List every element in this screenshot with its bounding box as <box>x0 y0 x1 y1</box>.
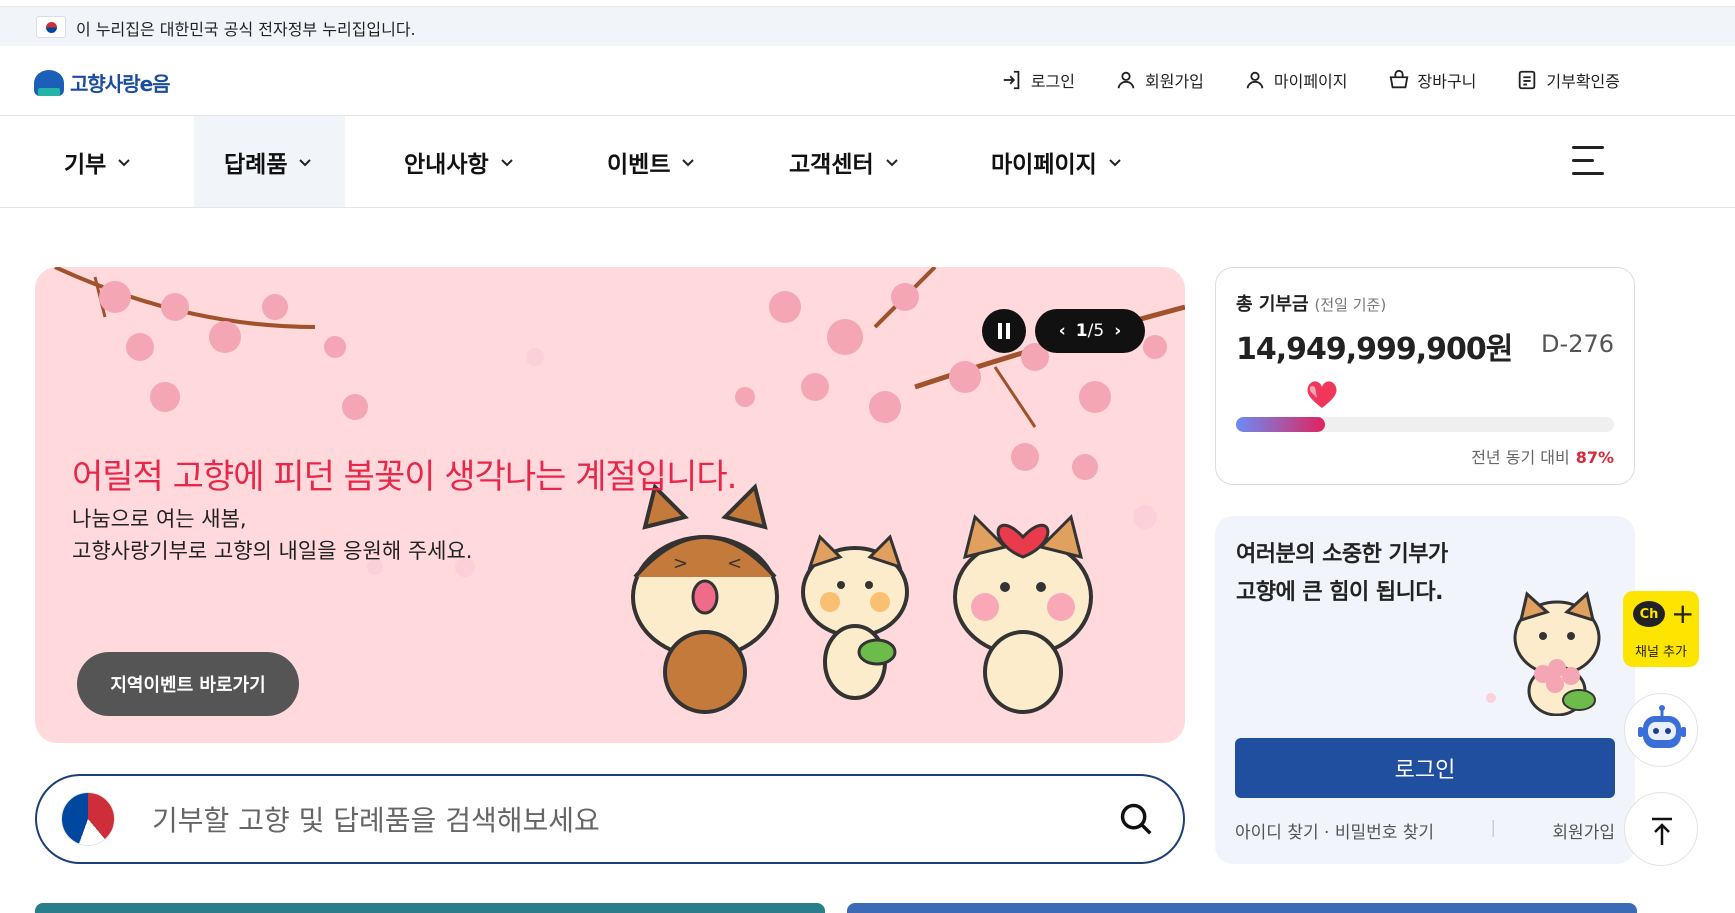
signup-link[interactable]: 회원가입 <box>1115 68 1204 92</box>
banner-subtitle: 나눔으로 여는 새봄, 고향사랑기부로 고향의 내일을 응원해 주세요. <box>72 503 472 567</box>
search-bar <box>35 774 1185 864</box>
link-divider: | <box>1490 818 1497 838</box>
stats-label-text: 총 기부금 <box>1236 294 1309 315</box>
chevron-right-icon[interactable]: › <box>1114 321 1121 341</box>
chevron-down-icon <box>299 158 312 166</box>
certificate-link[interactable]: 기부확인증 <box>1516 68 1620 92</box>
user-icon <box>1246 71 1264 89</box>
join-link[interactable]: 회원가입 <box>1552 818 1615 843</box>
certificate-link-label: 기부확인증 <box>1546 72 1620 91</box>
cart-link[interactable]: 장바구니 <box>1388 68 1477 92</box>
cat-mascot-illustration <box>1486 591 1601 716</box>
cart-link-label: 장바구니 <box>1417 72 1477 91</box>
year-compare-label: 전년 동기 대비 <box>1471 448 1570 467</box>
nav-event[interactable]: 이벤트 <box>607 116 696 207</box>
nav-gifts-label: 답례품 <box>224 151 288 178</box>
nav-donation[interactable]: 기부 <box>64 116 144 207</box>
chevron-down-icon <box>500 158 513 166</box>
kakao-channel-label: 채널 추가 <box>1635 645 1687 660</box>
hero-banner: > < 어릴적 고향에 피던 봄꽃이 생각나는 계절입니다. 나눔으로 여는 새… <box>35 267 1185 743</box>
gov-notice-text: 이 누리집은 대한민국 공식 전자정부 누리집입니다. <box>76 20 416 39</box>
banner-pager: ‹ 1/5 › <box>1035 309 1145 353</box>
login-link[interactable]: 로그인 <box>1001 68 1075 92</box>
kakao-channel-button[interactable]: Ch + 채널 추가 <box>1623 591 1699 667</box>
arrow-up-icon <box>1652 817 1672 845</box>
kakao-channel-icon: Ch <box>1633 601 1665 627</box>
donation-progress-bar <box>1236 417 1614 432</box>
mypage-link[interactable]: 마이페이지 <box>1244 68 1348 92</box>
nav-support[interactable]: 고객센터 <box>789 116 900 207</box>
stats-label: 총 기부금 (전일 기준) <box>1236 290 1386 316</box>
user-icon <box>1117 71 1135 89</box>
chevron-down-icon <box>885 158 898 166</box>
login-message: 여러분의 소중한 기부가 고향에 큰 힘이 됩니다. <box>1236 536 1448 612</box>
login-message-line: 여러분의 소중한 기부가 <box>1236 542 1448 567</box>
heart-icon <box>1307 381 1337 408</box>
login-button[interactable]: 로그인 <box>1235 738 1615 798</box>
korea-flag-icon <box>36 16 66 38</box>
section-card-top <box>847 903 1637 913</box>
logo-heart-icon <box>34 69 64 96</box>
site-header: 고향사랑e음 로그인 회원가입 마이페이지 장바구니 기부확인증 <box>0 46 1735 116</box>
site-logo[interactable]: 고향사랑e음 <box>34 68 171 97</box>
login-card: 여러분의 소중한 기부가 고향에 큰 힘이 됩니다. 로그인 아이디 찾기 · … <box>1215 516 1635 864</box>
signup-link-label: 회원가입 <box>1145 72 1204 91</box>
region-event-button[interactable]: 지역이벤트 바로가기 <box>77 652 299 716</box>
section-card-top <box>35 903 825 913</box>
find-account-link[interactable]: 아이디 찾기 · 비밀번호 찾기 <box>1235 818 1434 843</box>
year-compare: 전년 동기 대비 87% <box>1471 444 1614 468</box>
banner-subtitle-line: 고향사랑기부로 고향의 내일을 응원해 주세요. <box>72 539 473 563</box>
logo-text: 고향사랑e음 <box>70 72 171 96</box>
plus-icon: + <box>1671 597 1695 630</box>
stats-label-note: (전일 기준) <box>1314 296 1387 314</box>
d-day-counter: D-276 <box>1541 330 1614 358</box>
robot-icon <box>1638 705 1686 748</box>
login-link-label: 로그인 <box>1030 72 1075 91</box>
pager-total: /5 <box>1087 321 1105 341</box>
svg-text:>: > <box>673 553 688 574</box>
chevron-left-icon[interactable]: ‹ <box>1059 321 1066 341</box>
utility-nav: 로그인 회원가입 마이페이지 장바구니 기부확인증 <box>1001 68 1620 92</box>
chatbot-button[interactable] <box>1624 693 1698 767</box>
all-menu-button[interactable] <box>1572 144 1604 178</box>
login-icon <box>1003 70 1020 90</box>
search-icon[interactable] <box>1117 800 1155 838</box>
scroll-to-top-button[interactable] <box>1624 792 1698 866</box>
nav-support-label: 고객센터 <box>789 151 874 178</box>
chevron-down-icon <box>682 158 695 166</box>
certificate-icon <box>1519 70 1536 90</box>
nav-mypage-label: 마이페이지 <box>991 151 1097 178</box>
main-nav: 기부 답례품 안내사항 이벤트 고객센터 마이페이지 <box>0 116 1735 208</box>
government-emblem-icon <box>61 792 115 846</box>
nav-mypage[interactable]: 마이페이지 <box>991 116 1123 207</box>
pager-current: 1 <box>1075 321 1088 341</box>
chevron-down-icon <box>118 158 131 166</box>
svg-text:<: < <box>727 553 742 574</box>
donation-stats-card: 총 기부금 (전일 기준) 14,949,999,900원 D-276 전년 동기… <box>1215 267 1635 485</box>
banner-title: 어릴적 고향에 피던 봄꽃이 생각나는 계절입니다. <box>72 457 737 497</box>
year-compare-value: 87% <box>1575 448 1614 467</box>
gov-notice-bar: 이 누리집은 대한민국 공식 전자정부 누리집입니다. <box>0 6 1735 46</box>
mypage-link-label: 마이페이지 <box>1273 72 1348 91</box>
account-links: 아이디 찾기 · 비밀번호 찾기 | 회원가입 <box>1235 818 1615 843</box>
banner-subtitle-line: 나눔으로 여는 새봄, <box>72 507 247 531</box>
search-input[interactable] <box>152 796 1012 844</box>
login-message-line: 고향에 큰 힘이 됩니다. <box>1236 580 1443 605</box>
total-donation-amount: 14,949,999,900원 <box>1236 332 1513 367</box>
chevron-down-icon <box>1109 158 1121 166</box>
nav-gifts[interactable]: 답례품 <box>194 116 345 207</box>
nav-donation-label: 기부 <box>64 151 107 178</box>
nav-notice[interactable]: 안내사항 <box>404 116 515 207</box>
basket-icon <box>1389 69 1408 89</box>
nav-notice-label: 안내사항 <box>404 151 489 178</box>
pause-button[interactable] <box>982 309 1026 353</box>
nav-event-label: 이벤트 <box>607 151 671 178</box>
progress-fill <box>1236 417 1325 432</box>
